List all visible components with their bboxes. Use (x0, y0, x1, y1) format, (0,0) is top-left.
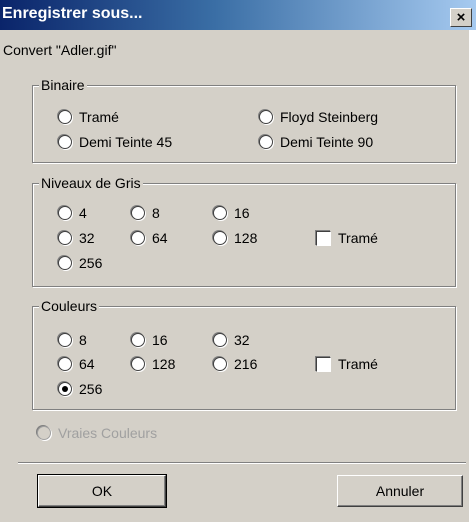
radio-label: 16 (234, 205, 250, 221)
cancel-button[interactable]: Annuler (337, 475, 463, 507)
close-icon: × (456, 9, 466, 26)
radio-label: 128 (234, 230, 258, 246)
save-as-dialog: Enregistrer sous... × Convert "Adler.gif… (0, 0, 476, 522)
radio-button[interactable] (58, 256, 72, 270)
radio-label: 32 (234, 332, 250, 348)
radio-couleurs-16[interactable]: 16 (131, 331, 168, 349)
radio-label: 256 (79, 255, 103, 271)
radio-button[interactable] (58, 231, 72, 245)
radio-binaire-floyd-steinberg[interactable]: Floyd Steinberg (259, 108, 378, 126)
radio-button[interactable] (213, 231, 227, 245)
cancel-button-label: Annuler (375, 483, 425, 499)
radio-gris-4[interactable]: 4 (58, 204, 87, 222)
radio-gris-16[interactable]: 16 (213, 204, 250, 222)
radio-button[interactable] (131, 231, 145, 245)
ok-button-label: OK (91, 483, 113, 499)
radio-label: Demi Teinte 45 (79, 134, 173, 150)
radio-button[interactable] (259, 135, 273, 149)
convert-label: Convert "Adler.gif" (3, 42, 117, 58)
radio-label: 8 (79, 332, 87, 348)
radio-label: Tramé (79, 109, 119, 125)
radio-button-selected[interactable] (58, 382, 72, 396)
radio-gris-32[interactable]: 32 (58, 229, 95, 247)
radio-couleurs-256[interactable]: 256 (58, 380, 102, 398)
radio-label: 128 (152, 356, 176, 372)
radio-label: 216 (234, 356, 258, 372)
radio-label: Vraies Couleurs (58, 425, 158, 441)
radio-button[interactable] (213, 206, 227, 220)
radio-label: 64 (152, 230, 168, 246)
radio-button[interactable] (131, 206, 145, 220)
ok-button[interactable]: OK (37, 474, 167, 508)
radio-label: 16 (152, 332, 168, 348)
radio-vraies-couleurs: Vraies Couleurs (37, 424, 157, 442)
radio-label: Floyd Steinberg (280, 109, 379, 125)
radio-binaire-trame[interactable]: Tramé (58, 108, 119, 126)
radio-button[interactable] (131, 357, 145, 371)
group-gris-legend: Niveaux de Gris (39, 174, 143, 192)
radio-gris-64[interactable]: 64 (131, 229, 168, 247)
checkbox-label: Tramé (338, 356, 378, 372)
radio-label: 8 (152, 205, 160, 221)
radio-gris-8[interactable]: 8 (131, 204, 160, 222)
radio-label: 32 (79, 230, 95, 246)
radio-button[interactable] (213, 357, 227, 371)
radio-button[interactable] (259, 110, 273, 124)
checkbox-couleurs-trame[interactable]: Tramé (316, 355, 378, 373)
group-binaire-legend: Binaire (39, 76, 87, 94)
radio-gris-128[interactable]: 128 (213, 229, 257, 247)
radio-couleurs-8[interactable]: 8 (58, 331, 87, 349)
group-niveaux-de-gris: Niveaux de Gris 4 8 16 32 64 128 Tramé 2… (32, 174, 456, 287)
group-binaire: Binaire Tramé Floyd Steinberg Demi Teint… (32, 76, 456, 163)
checkbox[interactable] (316, 230, 331, 246)
radio-gris-256[interactable]: 256 (58, 254, 102, 272)
radio-binaire-demi-teinte-90[interactable]: Demi Teinte 90 (259, 133, 373, 151)
radio-button[interactable] (58, 135, 72, 149)
radio-button[interactable] (58, 206, 72, 220)
radio-binaire-demi-teinte-45[interactable]: Demi Teinte 45 (58, 133, 172, 151)
checkbox-label: Tramé (338, 230, 378, 246)
close-button[interactable]: × (450, 8, 472, 27)
separator (18, 462, 466, 464)
radio-button-disabled (37, 426, 51, 440)
group-couleurs: Couleurs 8 16 32 64 128 216 Tramé 256 (32, 297, 456, 410)
radio-label: 256 (79, 381, 103, 397)
radio-couleurs-32[interactable]: 32 (213, 331, 250, 349)
radio-couleurs-64[interactable]: 64 (58, 355, 95, 373)
radio-button[interactable] (58, 357, 72, 371)
window-title: Enregistrer sous... (2, 5, 143, 22)
title-bar[interactable]: Enregistrer sous... × (0, 0, 476, 30)
radio-label: Demi Teinte 90 (280, 134, 374, 150)
checkbox[interactable] (316, 356, 331, 372)
radio-button[interactable] (131, 333, 145, 347)
radio-button[interactable] (213, 333, 227, 347)
radio-button[interactable] (58, 333, 72, 347)
window-edge (469, 30, 476, 522)
group-couleurs-legend: Couleurs (39, 297, 100, 315)
radio-couleurs-128[interactable]: 128 (131, 355, 175, 373)
radio-button[interactable] (58, 110, 72, 124)
checkbox-gris-trame[interactable]: Tramé (316, 229, 378, 247)
radio-couleurs-216[interactable]: 216 (213, 355, 257, 373)
radio-label: 4 (79, 205, 87, 221)
radio-label: 64 (79, 356, 95, 372)
